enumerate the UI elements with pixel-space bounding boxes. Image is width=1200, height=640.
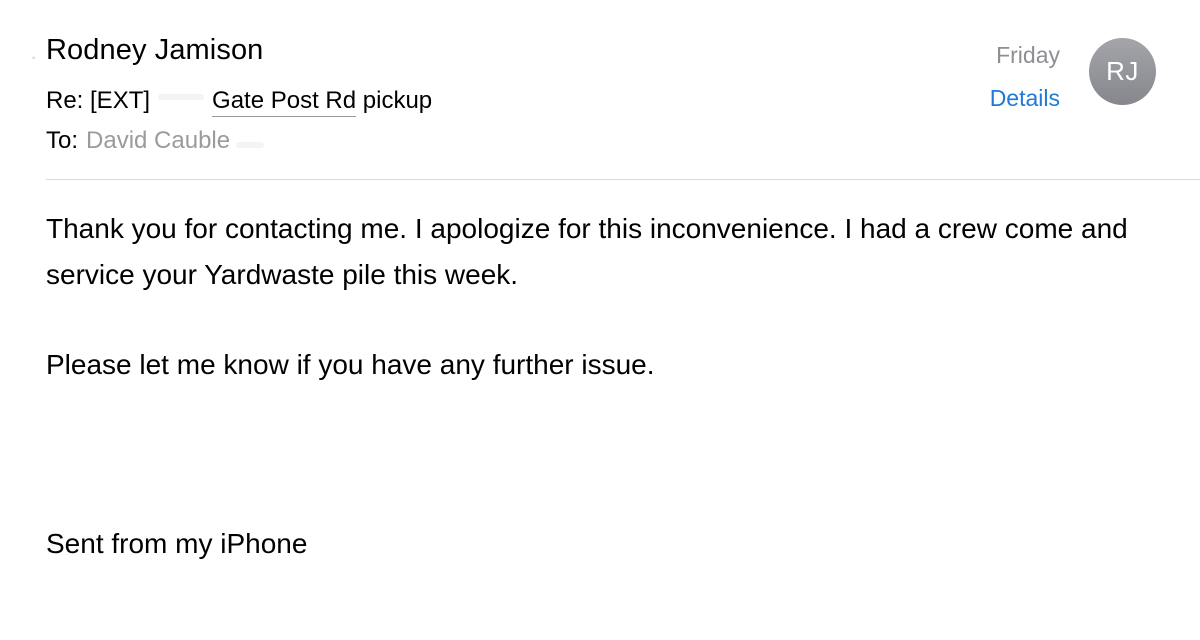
subject-line: Re: [EXT] Gate Post Rd pickup [46,84,432,117]
message-body: Thank you for contacting me. I apologize… [46,206,1156,388]
to-recipient[interactable]: David Cauble [86,127,230,155]
faint-mark: · [30,44,38,69]
subject-prefix: Re: [EXT] [46,87,151,114]
sender-avatar[interactable]: RJ [1089,38,1156,105]
body-paragraph: Please let me know if you have any furth… [46,349,655,380]
to-label: To: [46,127,79,154]
sender-name[interactable]: Rodney Jamison [46,34,263,67]
avatar-initials: RJ [1106,56,1139,86]
header-divider [46,179,1200,180]
to-redacted-area [236,142,265,148]
body-paragraph: Thank you for contacting me. I apologize… [46,213,1128,290]
recipient-line: To: David Cauble [46,127,265,155]
signature: Sent from my iPhone [46,528,308,559]
message-header: · Rodney Jamison Re: [EXT] Gate Post Rd … [0,0,1200,180]
subject-text: Gate Post Rd [212,87,357,117]
subject-suffix: pickup [356,87,433,114]
message-date: Friday [996,42,1060,68]
subject-redacted-area [150,84,212,108]
details-link[interactable]: Details [990,85,1060,112]
